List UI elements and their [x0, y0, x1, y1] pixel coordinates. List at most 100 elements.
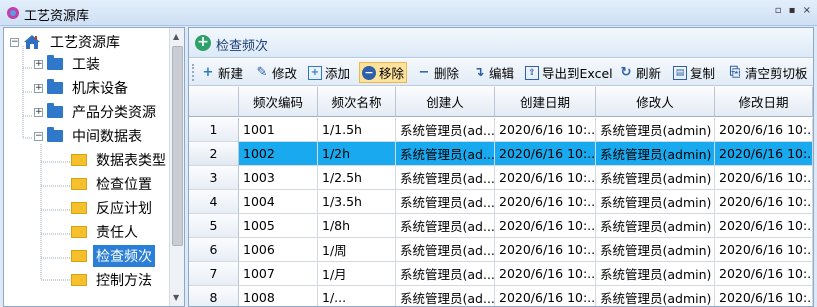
cell-code[interactable]: 1005	[239, 214, 318, 238]
cell-creator[interactable]: 系统管理员(ad...	[396, 286, 495, 306]
tree-node-product-categories[interactable]: + 产品分类资源	[34, 100, 159, 124]
cell-code[interactable]: 1007	[239, 262, 318, 286]
cell-name[interactable]: 1/1.5h	[318, 118, 396, 142]
cell-created-date[interactable]: 2020/6/16 10:...	[495, 286, 596, 306]
collapse-icon[interactable]: −	[34, 131, 43, 141]
cell-code[interactable]: 1003	[239, 166, 318, 190]
cell-name[interactable]: 1/3.5h	[318, 190, 396, 214]
cell-modified-date[interactable]: 2020/6/16 10:...	[715, 142, 813, 166]
cell-modified-date[interactable]: 2020/6/16 10:...	[715, 286, 813, 306]
expand-icon[interactable]: +	[34, 59, 43, 69]
tree-scrollbar[interactable]: ▲ ▼	[169, 28, 184, 306]
column-header[interactable]: 修改人	[596, 87, 715, 117]
cell-modifier[interactable]: 系统管理员(admin)	[596, 190, 715, 214]
cell-creator[interactable]: 系统管理员(ad...	[396, 118, 495, 142]
table-row[interactable]: 7 1007 1/月 系统管理员(ad... 2020/6/16 10:... …	[189, 262, 813, 286]
tree-node-reaction-plan[interactable]: 反应计划	[71, 196, 155, 220]
scroll-up-icon[interactable]: ▲	[173, 32, 179, 41]
row-number[interactable]: 7	[189, 262, 239, 286]
tree-node-inspection-location[interactable]: 检查位置	[71, 172, 155, 196]
scrollbar-thumb[interactable]	[172, 46, 183, 246]
cell-modified-date[interactable]: 2020/6/16 10:...	[715, 118, 813, 142]
cell-name[interactable]: 1/...	[318, 286, 396, 306]
table-row[interactable]: 1 1001 1/1.5h 系统管理员(ad... 2020/6/16 10:.…	[189, 118, 813, 142]
tree-node-intermediate-tables[interactable]: − 中间数据表	[34, 124, 145, 148]
cell-code[interactable]: 1004	[239, 190, 318, 214]
delete-button[interactable]: − 删除	[415, 62, 461, 83]
cell-modifier[interactable]: 系统管理员(admin)	[596, 166, 715, 190]
cell-name[interactable]: 1/2h	[318, 142, 396, 166]
expand-icon[interactable]: +	[34, 83, 43, 93]
cell-modifier[interactable]: 系统管理员(admin)	[596, 238, 715, 262]
cell-modifier[interactable]: 系统管理员(admin)	[596, 286, 715, 306]
refresh-button[interactable]: ↻ 刷新	[617, 62, 663, 83]
cell-modified-date[interactable]: 2020/6/16 10:...	[715, 238, 813, 262]
cell-name[interactable]: 1/月	[318, 262, 396, 286]
cell-created-date[interactable]: 2020/6/16 10:...	[495, 142, 596, 166]
column-header[interactable]: 创建人	[396, 87, 495, 117]
cell-modified-date[interactable]: 2020/6/16 10:...	[715, 214, 813, 238]
tree-node-machine-tools[interactable]: + 机床设备	[34, 76, 131, 100]
cell-code[interactable]: 1008	[239, 286, 318, 306]
column-header[interactable]: 频次名称	[318, 87, 396, 117]
cell-code[interactable]: 1006	[239, 238, 318, 262]
row-number[interactable]: 4	[189, 190, 239, 214]
row-number[interactable]: 3	[189, 166, 239, 190]
expand-icon[interactable]: +	[34, 107, 43, 117]
cell-modified-date[interactable]: 2020/6/16 10:...	[715, 262, 813, 286]
row-number[interactable]: 8	[189, 286, 239, 306]
row-number[interactable]: 1	[189, 118, 239, 142]
table-row[interactable]: 5 1005 1/8h 系统管理员(ad... 2020/6/16 10:...…	[189, 214, 813, 238]
tree-node-responsible-person[interactable]: 责任人	[71, 220, 141, 244]
cell-name[interactable]: 1/周	[318, 238, 396, 262]
row-number[interactable]: 5	[189, 214, 239, 238]
cell-name[interactable]: 1/8h	[318, 214, 396, 238]
cell-creator[interactable]: 系统管理员(ad...	[396, 238, 495, 262]
new-button[interactable]: + 新建	[199, 62, 245, 83]
cell-creator[interactable]: 系统管理员(ad...	[396, 214, 495, 238]
cell-creator[interactable]: 系统管理员(ad...	[396, 166, 495, 190]
cell-creator[interactable]: 系统管理员(ad...	[396, 262, 495, 286]
clear-clipboard-button[interactable]: ⎘ 清空剪切板	[726, 62, 810, 83]
row-number[interactable]: 2	[189, 142, 239, 166]
column-header[interactable]: 创建日期	[495, 87, 596, 117]
table-row[interactable]: 6 1006 1/周 系统管理员(ad... 2020/6/16 10:... …	[189, 238, 813, 262]
table-row[interactable]: 4 1004 1/3.5h 系统管理员(ad... 2020/6/16 10:.…	[189, 190, 813, 214]
remove-button[interactable]: − 移除	[359, 62, 408, 83]
tree-node-table-types[interactable]: 数据表类型	[71, 148, 169, 172]
cell-code[interactable]: 1002	[239, 142, 318, 166]
window-controls[interactable]: ▫ ▪ ×	[775, 5, 813, 16]
column-header[interactable]: 修改日期	[715, 87, 813, 117]
row-number[interactable]: 6	[189, 238, 239, 262]
cell-created-date[interactable]: 2020/6/16 10:...	[495, 262, 596, 286]
tree-node-fixture[interactable]: + 工装	[34, 52, 103, 76]
cell-name[interactable]: 1/2.5h	[318, 166, 396, 190]
tree-node-inspection-frequency[interactable]: 检查频次	[71, 244, 155, 268]
cell-modified-date[interactable]: 2020/6/16 10:...	[715, 166, 813, 190]
export-excel-button[interactable]: ⇪ 导出到Excel	[523, 62, 615, 83]
cell-created-date[interactable]: 2020/6/16 10:...	[495, 238, 596, 262]
cell-created-date[interactable]: 2020/6/16 10:...	[495, 166, 596, 190]
cell-modifier[interactable]: 系统管理员(admin)	[596, 142, 715, 166]
cell-creator[interactable]: 系统管理员(ad...	[396, 190, 495, 214]
toolbar-grip[interactable]	[192, 64, 195, 81]
cell-modifier[interactable]: 系统管理员(admin)	[596, 214, 715, 238]
column-header[interactable]: 频次编码	[239, 87, 318, 117]
cell-modifier[interactable]: 系统管理员(admin)	[596, 262, 715, 286]
modify-button[interactable]: ✎ 修改	[253, 62, 299, 83]
tree-node-root[interactable]: − 工艺资源库	[10, 30, 123, 54]
table-row[interactable]: 8 1008 1/... 系统管理员(ad... 2020/6/16 10:..…	[189, 286, 813, 306]
cell-modifier[interactable]: 系统管理员(admin)	[596, 118, 715, 142]
cell-code[interactable]: 1001	[239, 118, 318, 142]
cell-modified-date[interactable]: 2020/6/16 10:...	[715, 190, 813, 214]
cell-created-date[interactable]: 2020/6/16 10:...	[495, 190, 596, 214]
scroll-down-icon[interactable]: ▼	[173, 293, 179, 302]
table-row[interactable]: 3 1003 1/2.5h 系统管理员(ad... 2020/6/16 10:.…	[189, 166, 813, 190]
edit-button[interactable]: ↴ 编辑	[470, 62, 516, 83]
copy-button[interactable]: ▤ 复制	[671, 62, 717, 83]
cell-creator[interactable]: 系统管理员(ad...	[396, 142, 495, 166]
cell-created-date[interactable]: 2020/6/16 10:...	[495, 118, 596, 142]
add-button[interactable]: + 添加	[306, 62, 352, 83]
tree-node-control-method[interactable]: 控制方法	[71, 268, 155, 292]
cell-created-date[interactable]: 2020/6/16 10:...	[495, 214, 596, 238]
